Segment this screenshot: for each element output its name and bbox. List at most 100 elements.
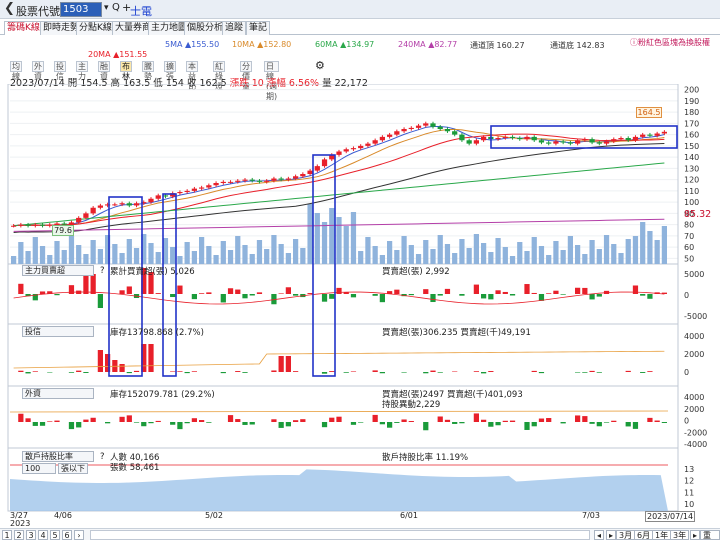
scroll-left-icon[interactable]: ◂ — [594, 530, 604, 540]
volume-bar — [517, 242, 523, 264]
toolbar-trend[interactable]: 騰勢 — [142, 61, 154, 81]
volume-bar — [133, 248, 140, 264]
candle-body — [133, 203, 140, 206]
ma60-legend: 60MA ▲134.97 — [315, 40, 375, 49]
main-panel-select[interactable]: 主力買賣超 — [22, 265, 94, 276]
stock-code-input[interactable]: 1503 — [60, 2, 102, 17]
toolbar-foreign[interactable]: 外資 — [32, 61, 44, 81]
toolbar-ma[interactable]: 均線 — [10, 61, 22, 81]
candle-body — [126, 203, 132, 206]
sub-bar — [148, 344, 154, 372]
volume-bar — [553, 241, 559, 264]
sub-bar — [632, 285, 639, 294]
volume-bar — [538, 246, 545, 264]
range-3m-button[interactable]: 3月 — [616, 530, 636, 540]
sub-bar — [560, 294, 566, 295]
trust-panel-select[interactable]: 投信 — [22, 326, 94, 337]
toolbar-expand[interactable]: 擴張 — [164, 61, 176, 81]
toolbar-bollinger[interactable]: 布林 — [120, 61, 132, 81]
tab-notes[interactable]: 筆記 — [246, 21, 271, 35]
volume-bar — [97, 249, 103, 264]
range-6m-button[interactable]: 6月 — [634, 530, 654, 540]
volume-bar — [452, 253, 458, 264]
range-1y-button[interactable]: 1年 — [652, 530, 672, 540]
foreign-panel-select[interactable]: 外資 — [22, 388, 94, 399]
volume-bar — [350, 212, 357, 264]
sub-bar — [155, 420, 161, 422]
main-help-icon[interactable]: ? — [100, 266, 105, 276]
page-button[interactable]: 2 — [14, 530, 24, 540]
page-button[interactable]: 1 — [2, 530, 12, 540]
scroll-right-icon[interactable]: ▸ — [606, 530, 616, 540]
stock-name[interactable]: 士電 — [130, 3, 152, 19]
page-button[interactable]: 6 — [62, 530, 72, 540]
candle-body — [32, 224, 38, 226]
sub-bar — [444, 288, 451, 294]
holders-panel-select[interactable]: 散戶持股比率 — [22, 451, 94, 462]
sub-bar — [647, 371, 653, 372]
chevron-down-icon[interactable]: ▾ — [104, 3, 109, 13]
candle-body — [553, 141, 559, 144]
volume-bar — [235, 236, 241, 264]
toolbar-traffic-light[interactable]: 紅綠燈 — [213, 61, 225, 91]
volume-bar — [54, 241, 60, 264]
sub-axis-label: 10 — [684, 500, 694, 509]
channel-top-legend: 通道頂 160.27 — [470, 41, 525, 50]
toolbar-price-volume[interactable]: 分價量 — [240, 61, 252, 91]
page-button[interactable]: 5 — [50, 530, 60, 540]
sub-bar — [170, 422, 176, 425]
highlight-box — [162, 193, 177, 377]
stock-code-label: 股票代號 — [16, 5, 60, 18]
candle-body — [452, 131, 458, 135]
toolbar-margin[interactable]: 融資 — [98, 61, 110, 81]
sub-bar — [582, 372, 588, 373]
toolbar-main[interactable]: 主力 — [76, 61, 88, 81]
back-icon[interactable]: ❮ — [4, 1, 15, 16]
candle-body — [148, 198, 154, 203]
tab-chip-kline[interactable]: 籌碼K線 — [4, 21, 43, 35]
search-icon[interactable]: Q — [112, 2, 120, 13]
volume-bar — [314, 213, 320, 264]
reset-button[interactable]: 重僅 — [700, 530, 720, 540]
sub-bar — [249, 294, 255, 296]
highlight-box — [312, 154, 336, 377]
sub-bar — [640, 294, 646, 296]
holders-help-icon[interactable]: ? — [100, 452, 105, 462]
ma20-legend: 20MA ▲151.55 — [88, 50, 148, 59]
range-3y-button[interactable]: 3年 — [670, 530, 690, 540]
volume-bar — [300, 248, 306, 264]
candle-body — [582, 139, 588, 141]
sub-bar — [191, 294, 197, 300]
sub-bar — [227, 415, 234, 422]
sub-bar — [191, 418, 197, 422]
sub-bar — [437, 294, 443, 296]
holders-threshold-select[interactable]: 100 — [22, 463, 56, 474]
tab-track[interactable]: 追蹤 — [222, 21, 247, 35]
volume-bar — [191, 251, 197, 264]
candle-body — [213, 183, 219, 186]
range-arrow-icon[interactable]: ▸ — [690, 530, 701, 540]
scrollbar-track[interactable] — [90, 530, 590, 540]
foreign-change-text: 持股異動2,229 — [382, 400, 441, 410]
stock-chart[interactable]: 2001901801701601501401301201101009080706… — [0, 84, 720, 524]
tab-branch-kline[interactable]: 分點K線 — [76, 21, 115, 35]
candle-body — [264, 180, 270, 182]
page-button[interactable]: 3 — [26, 530, 36, 540]
toolbar-period-select[interactable]: 日線(週期) — [264, 61, 280, 101]
sub-bar — [553, 290, 559, 294]
candle-body — [589, 139, 595, 143]
sub-bar — [625, 370, 631, 372]
next-page-icon[interactable]: › — [74, 530, 84, 540]
volume-bar — [625, 239, 631, 264]
volume-bar — [220, 241, 226, 264]
volume-bar — [596, 249, 602, 264]
page-button[interactable]: 4 — [38, 530, 48, 540]
gear-icon[interactable]: ⚙ — [315, 59, 325, 72]
sub-bar — [350, 371, 357, 372]
toolbar-trust[interactable]: 投信 — [54, 61, 66, 81]
tab-stock-analysis[interactable]: 個股分析 — [184, 21, 227, 35]
sub-bar — [235, 289, 241, 294]
toolbar-pe[interactable]: 本益比 — [186, 61, 198, 91]
sub-bar — [401, 372, 407, 373]
sub-bar — [220, 372, 226, 374]
